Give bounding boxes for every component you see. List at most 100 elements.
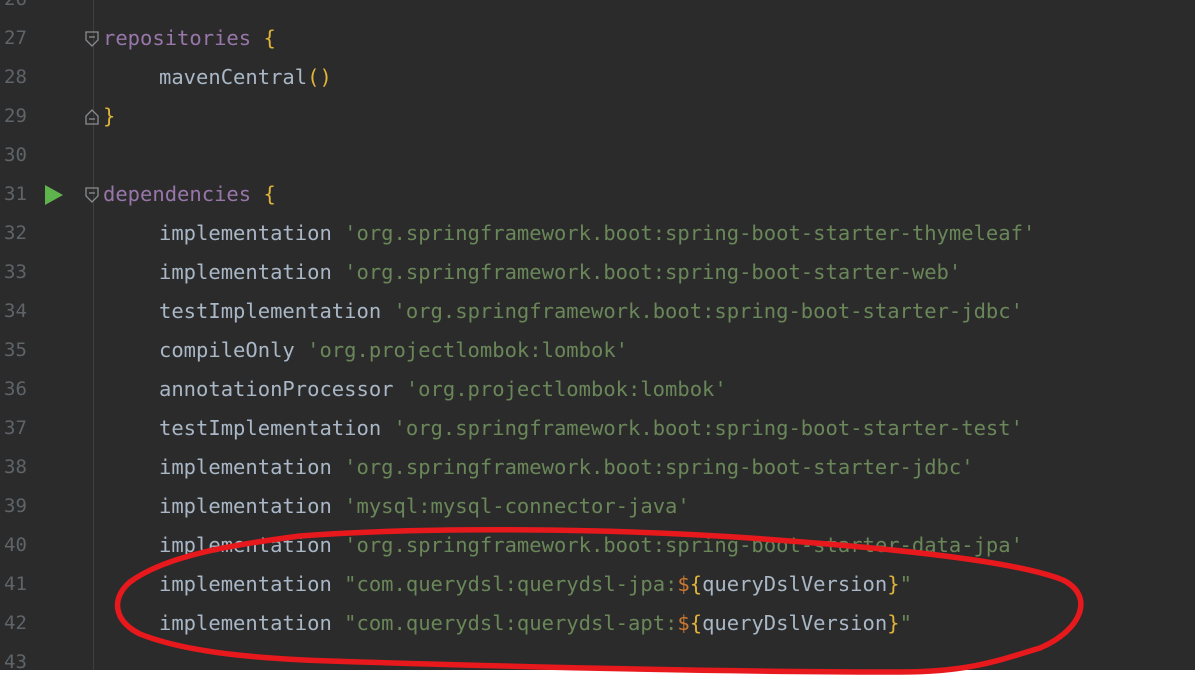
code-token: implementation xyxy=(159,572,332,596)
line-number: 26 xyxy=(4,0,27,19)
code-token: " xyxy=(899,572,912,596)
code-token: implementation xyxy=(159,494,332,518)
code-token: " xyxy=(899,611,912,635)
code-token: annotationProcessor xyxy=(159,377,394,401)
line-number: 39 xyxy=(4,495,27,517)
code-token: } xyxy=(887,611,900,635)
code-line[interactable]: 32 implementation 'org.springframework.bo… xyxy=(0,214,1195,253)
code-line[interactable]: 43 xyxy=(0,643,1195,670)
code-line[interactable]: 41 implementation "com.querydsl:querydsl-… xyxy=(0,565,1195,604)
code-token: "com.querydsl:querydsl-jpa: xyxy=(344,572,678,596)
code-token: mavenCentral xyxy=(159,65,308,89)
line-number: 30 xyxy=(4,144,27,166)
code-token: compileOnly xyxy=(159,338,295,362)
code-token: implementation xyxy=(159,611,332,635)
line-number: 35 xyxy=(4,339,27,361)
code-token: $ xyxy=(677,572,690,596)
code-line[interactable]: 35 compileOnly 'org.projectlombok:lombok' xyxy=(0,331,1195,370)
code-token: 'org.projectlombok:lombok' xyxy=(307,338,629,362)
line-number: 37 xyxy=(4,417,27,439)
code-text: implementation 'org.springframework.boot… xyxy=(159,214,1035,253)
code-text: } xyxy=(103,97,115,136)
code-text: compileOnly 'org.projectlombok:lombok' xyxy=(159,331,628,370)
code-line[interactable]: 42 implementation "com.querydsl:querydsl-… xyxy=(0,604,1195,643)
run-gutter-icon[interactable] xyxy=(43,184,65,206)
code-line[interactable]: 36 annotationProcessor 'org.projectlombok… xyxy=(0,370,1195,409)
code-token: 'org.springframework.boot:spring-boot-st… xyxy=(344,455,974,479)
code-token: "com.querydsl:querydsl-apt: xyxy=(344,611,678,635)
code-token: testImplementation xyxy=(159,299,382,323)
code-text: mavenCentral() xyxy=(159,58,332,97)
code-token: 'org.springframework.boot:spring-boot-st… xyxy=(344,221,1036,245)
code-line[interactable]: 40 implementation 'org.springframework.bo… xyxy=(0,526,1195,565)
fold-collapse-icon[interactable] xyxy=(84,187,100,203)
code-line[interactable]: 27 repositories { xyxy=(0,19,1195,58)
code-token: () xyxy=(307,65,332,89)
line-number: 34 xyxy=(4,300,27,322)
code-line[interactable]: 28 mavenCentral() xyxy=(0,58,1195,97)
line-number: 28 xyxy=(4,66,27,88)
code-token: { xyxy=(263,182,276,206)
code-line[interactable]: 30 xyxy=(0,136,1195,175)
code-token: $ xyxy=(677,611,690,635)
code-token: { xyxy=(263,26,276,50)
code-text: annotationProcessor 'org.projectlombok:l… xyxy=(159,370,727,409)
code-text: implementation 'mysql:mysql-connector-ja… xyxy=(159,487,690,526)
line-number: 29 xyxy=(4,105,27,127)
line-number: 41 xyxy=(4,573,27,595)
code-text: implementation 'org.springframework.boot… xyxy=(159,253,961,292)
code-token: queryDslVersion xyxy=(702,572,888,596)
fold-end-icon[interactable] xyxy=(84,109,100,125)
code-token: 'org.springframework.boot:spring-boot-st… xyxy=(393,299,1023,323)
line-number: 31 xyxy=(4,183,27,205)
code-text: repositories { xyxy=(103,19,276,58)
code-token: 'org.springframework.boot:spring-boot-st… xyxy=(344,533,1023,557)
code-line[interactable]: 37 testImplementation 'org.springframewor… xyxy=(0,409,1195,448)
code-token: repositories xyxy=(103,26,252,50)
line-number: 43 xyxy=(4,651,27,670)
line-number: 27 xyxy=(4,27,27,49)
code-text: implementation 'org.springframework.boot… xyxy=(159,448,974,487)
code-line[interactable]: 38 implementation 'org.springframework.bo… xyxy=(0,448,1195,487)
code-line[interactable]: 26 xyxy=(0,0,1195,19)
code-token: implementation xyxy=(159,260,332,284)
code-text: testImplementation 'org.springframework.… xyxy=(159,292,1023,331)
code-token: implementation xyxy=(159,533,332,557)
code-token: 'org.springframework.boot:spring-boot-st… xyxy=(393,416,1023,440)
code-editor[interactable]: 2627repositories {28mavenCentral()29}303… xyxy=(0,0,1195,670)
line-number: 42 xyxy=(4,612,27,634)
code-line[interactable]: 34 testImplementation 'org.springframewor… xyxy=(0,292,1195,331)
code-token: implementation xyxy=(159,221,332,245)
code-token: testImplementation xyxy=(159,416,382,440)
code-token: dependencies xyxy=(103,182,252,206)
code-token: 'org.springframework.boot:spring-boot-st… xyxy=(344,260,962,284)
code-line[interactable]: 39 implementation 'mysql:mysql-connector-… xyxy=(0,487,1195,526)
code-text: implementation "com.querydsl:querydsl-ap… xyxy=(159,604,912,643)
line-number: 36 xyxy=(4,378,27,400)
fold-collapse-icon[interactable] xyxy=(84,31,100,47)
code-text: testImplementation 'org.springframework.… xyxy=(159,409,1023,448)
code-token: implementation xyxy=(159,455,332,479)
code-text: dependencies { xyxy=(103,175,276,214)
code-token: } xyxy=(103,104,116,128)
code-text: implementation "com.querydsl:querydsl-jp… xyxy=(159,565,912,604)
code-line[interactable]: 31 dependencies { xyxy=(0,175,1195,214)
code-token: 'mysql:mysql-connector-java' xyxy=(344,494,690,518)
line-number: 33 xyxy=(4,261,27,283)
line-number: 32 xyxy=(4,222,27,244)
code-token: 'org.projectlombok:lombok' xyxy=(405,377,727,401)
code-line[interactable]: 33 implementation 'org.springframework.bo… xyxy=(0,253,1195,292)
code-line[interactable]: 29} xyxy=(0,97,1195,136)
